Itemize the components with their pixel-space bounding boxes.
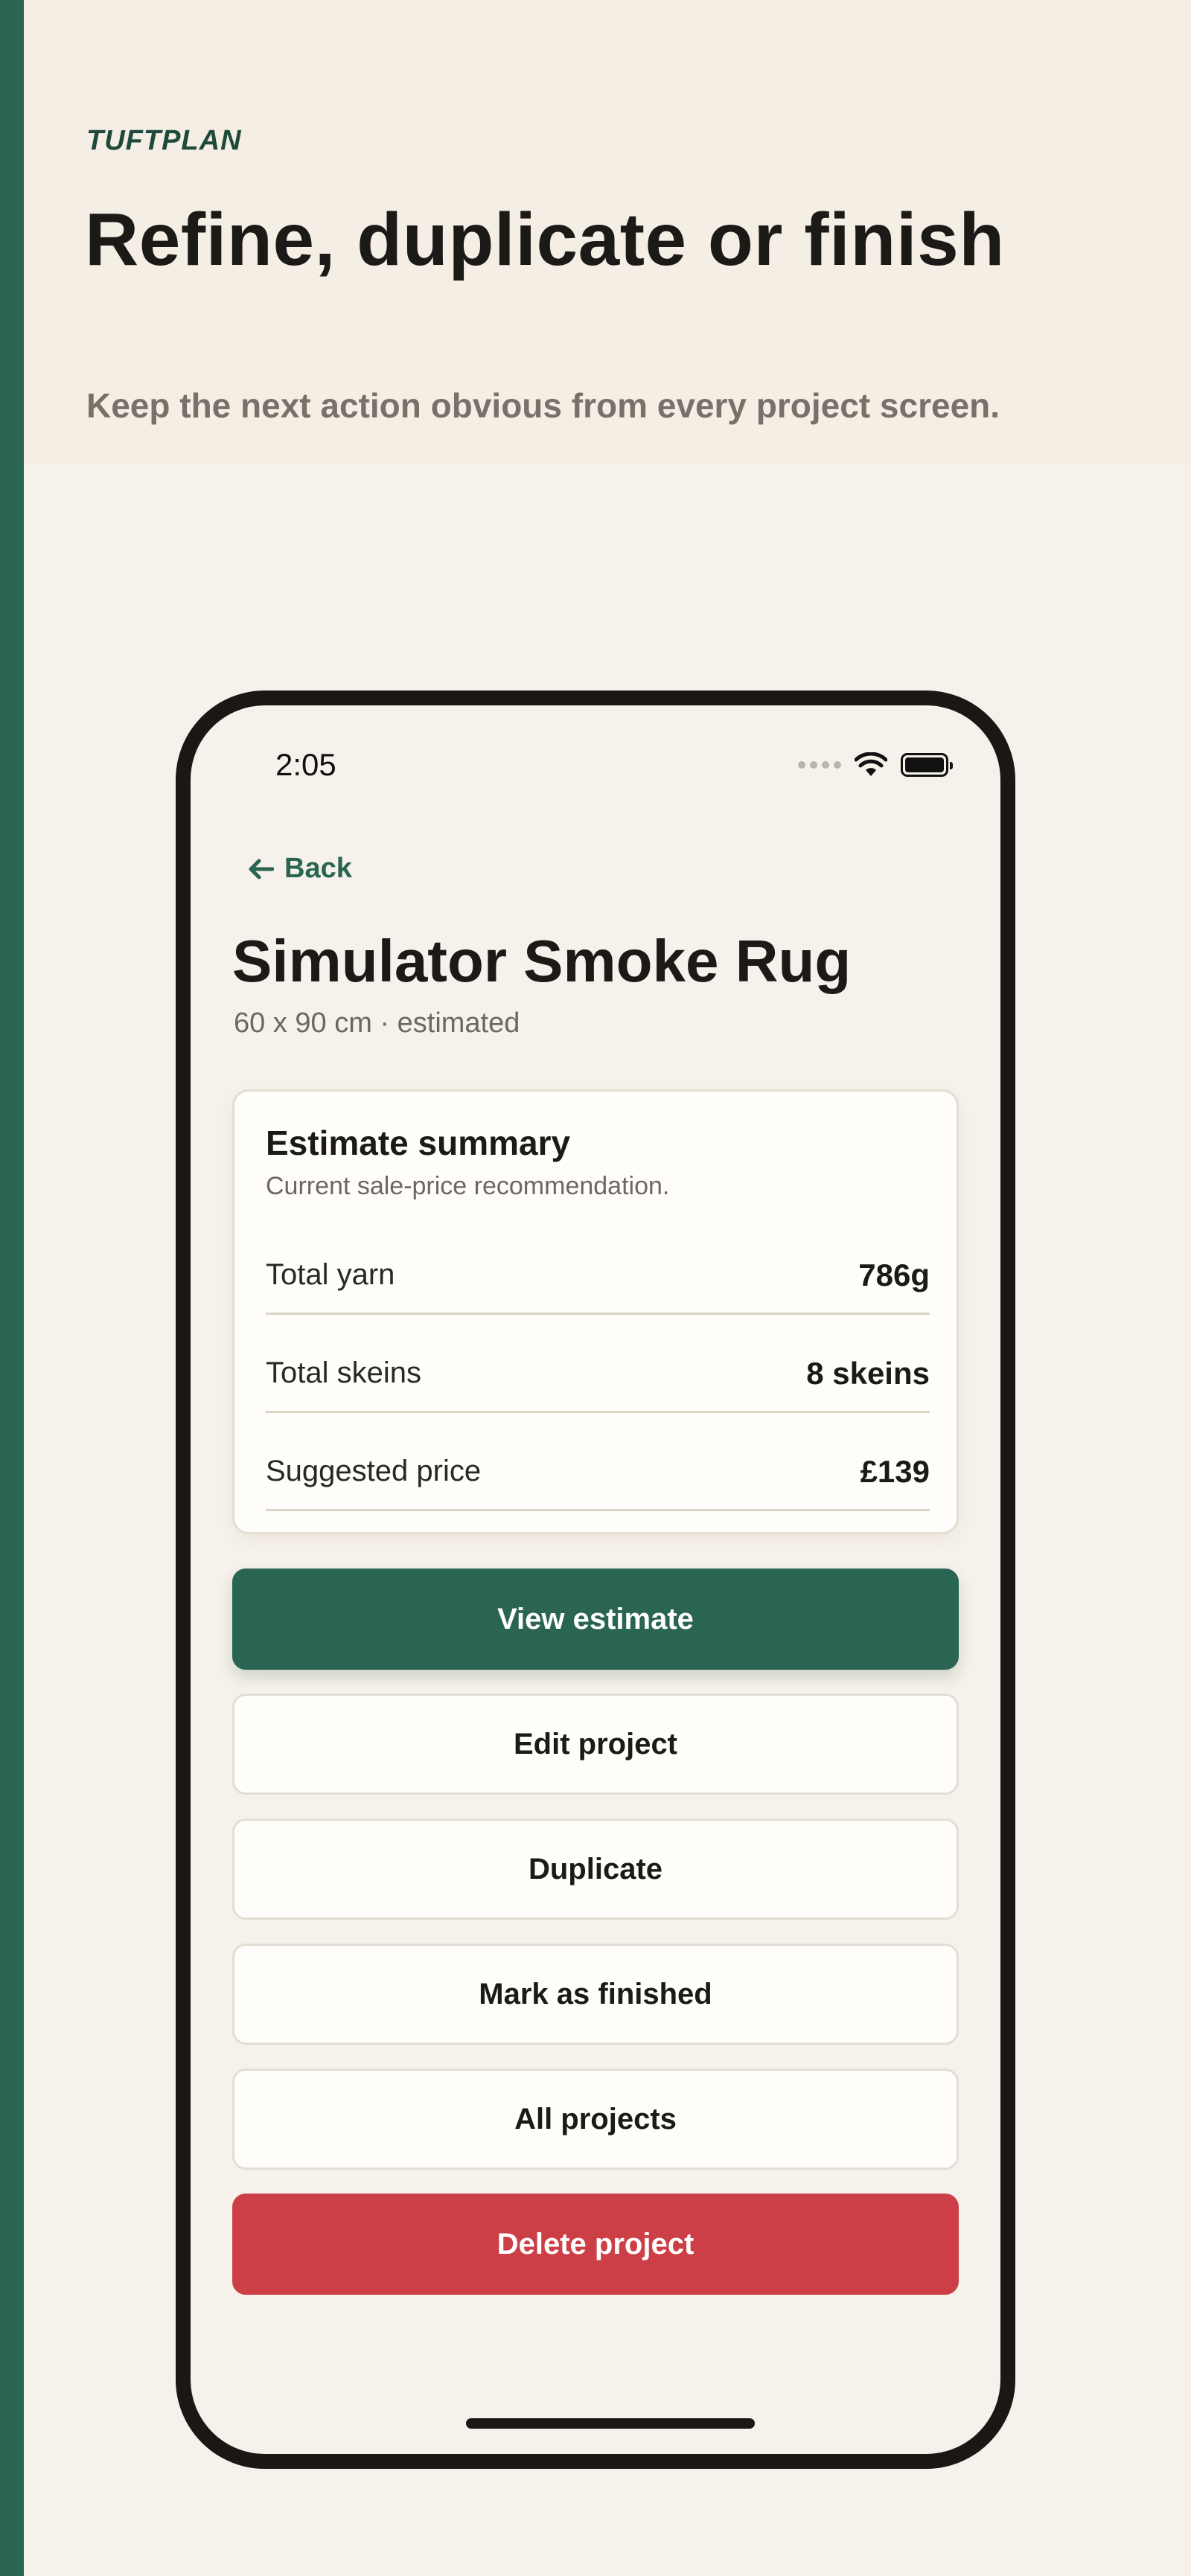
page-subline: Keep the next action obvious from every … (86, 386, 1000, 425)
summary-rows: Total yarn 786g Total skeins 8 skeins Su… (266, 1217, 930, 1511)
home-indicator (466, 2418, 755, 2429)
all-projects-button[interactable]: All projects (232, 2069, 959, 2170)
view-estimate-button[interactable]: View estimate (232, 1569, 959, 1670)
summary-row-suggested-price: Suggested price £139 (266, 1413, 930, 1511)
arrow-left-icon (249, 859, 274, 879)
card-subtitle: Current sale-price recommendation. (266, 1172, 670, 1200)
summary-row-total-skeins: Total skeins 8 skeins (266, 1315, 930, 1413)
back-button[interactable]: Back (247, 853, 352, 885)
wifi-icon (855, 752, 887, 776)
project-title: Simulator Smoke Rug (232, 928, 852, 994)
phone-frame: 2:05 Back Simulator Smoke Rug 60 x 90 cm… (176, 691, 1015, 2469)
status-icons (798, 750, 953, 780)
back-label: Back (284, 853, 352, 884)
edit-project-button[interactable]: Edit project (232, 1694, 959, 1795)
accent-bar (0, 0, 24, 2576)
battery-icon (901, 753, 953, 777)
brand-label: TUFTPLAN (86, 125, 242, 156)
delete-project-button[interactable]: Delete project (232, 2194, 959, 2295)
row-label: Total skeins (266, 1356, 421, 1389)
row-label: Total yarn (266, 1258, 395, 1291)
duplicate-button[interactable]: Duplicate (232, 1819, 959, 1920)
page-headline: Refine, duplicate or finish (85, 198, 1005, 281)
row-value: 8 skeins (806, 1355, 930, 1391)
row-value: 786g (858, 1257, 930, 1292)
project-meta: 60 x 90 cm · estimated (234, 1007, 520, 1039)
row-label: Suggested price (266, 1455, 482, 1487)
signal-icon (798, 761, 841, 769)
estimate-summary-card: Estimate summary Current sale-price reco… (232, 1089, 959, 1534)
mark-finished-button[interactable]: Mark as finished (232, 1944, 959, 2045)
status-time: 2:05 (275, 747, 336, 782)
page-header: TUFTPLAN Refine, duplicate or finish Kee… (24, 0, 1191, 463)
row-value: £139 (860, 1453, 930, 1489)
summary-row-total-yarn: Total yarn 786g (266, 1217, 930, 1315)
card-title: Estimate summary (266, 1124, 571, 1162)
